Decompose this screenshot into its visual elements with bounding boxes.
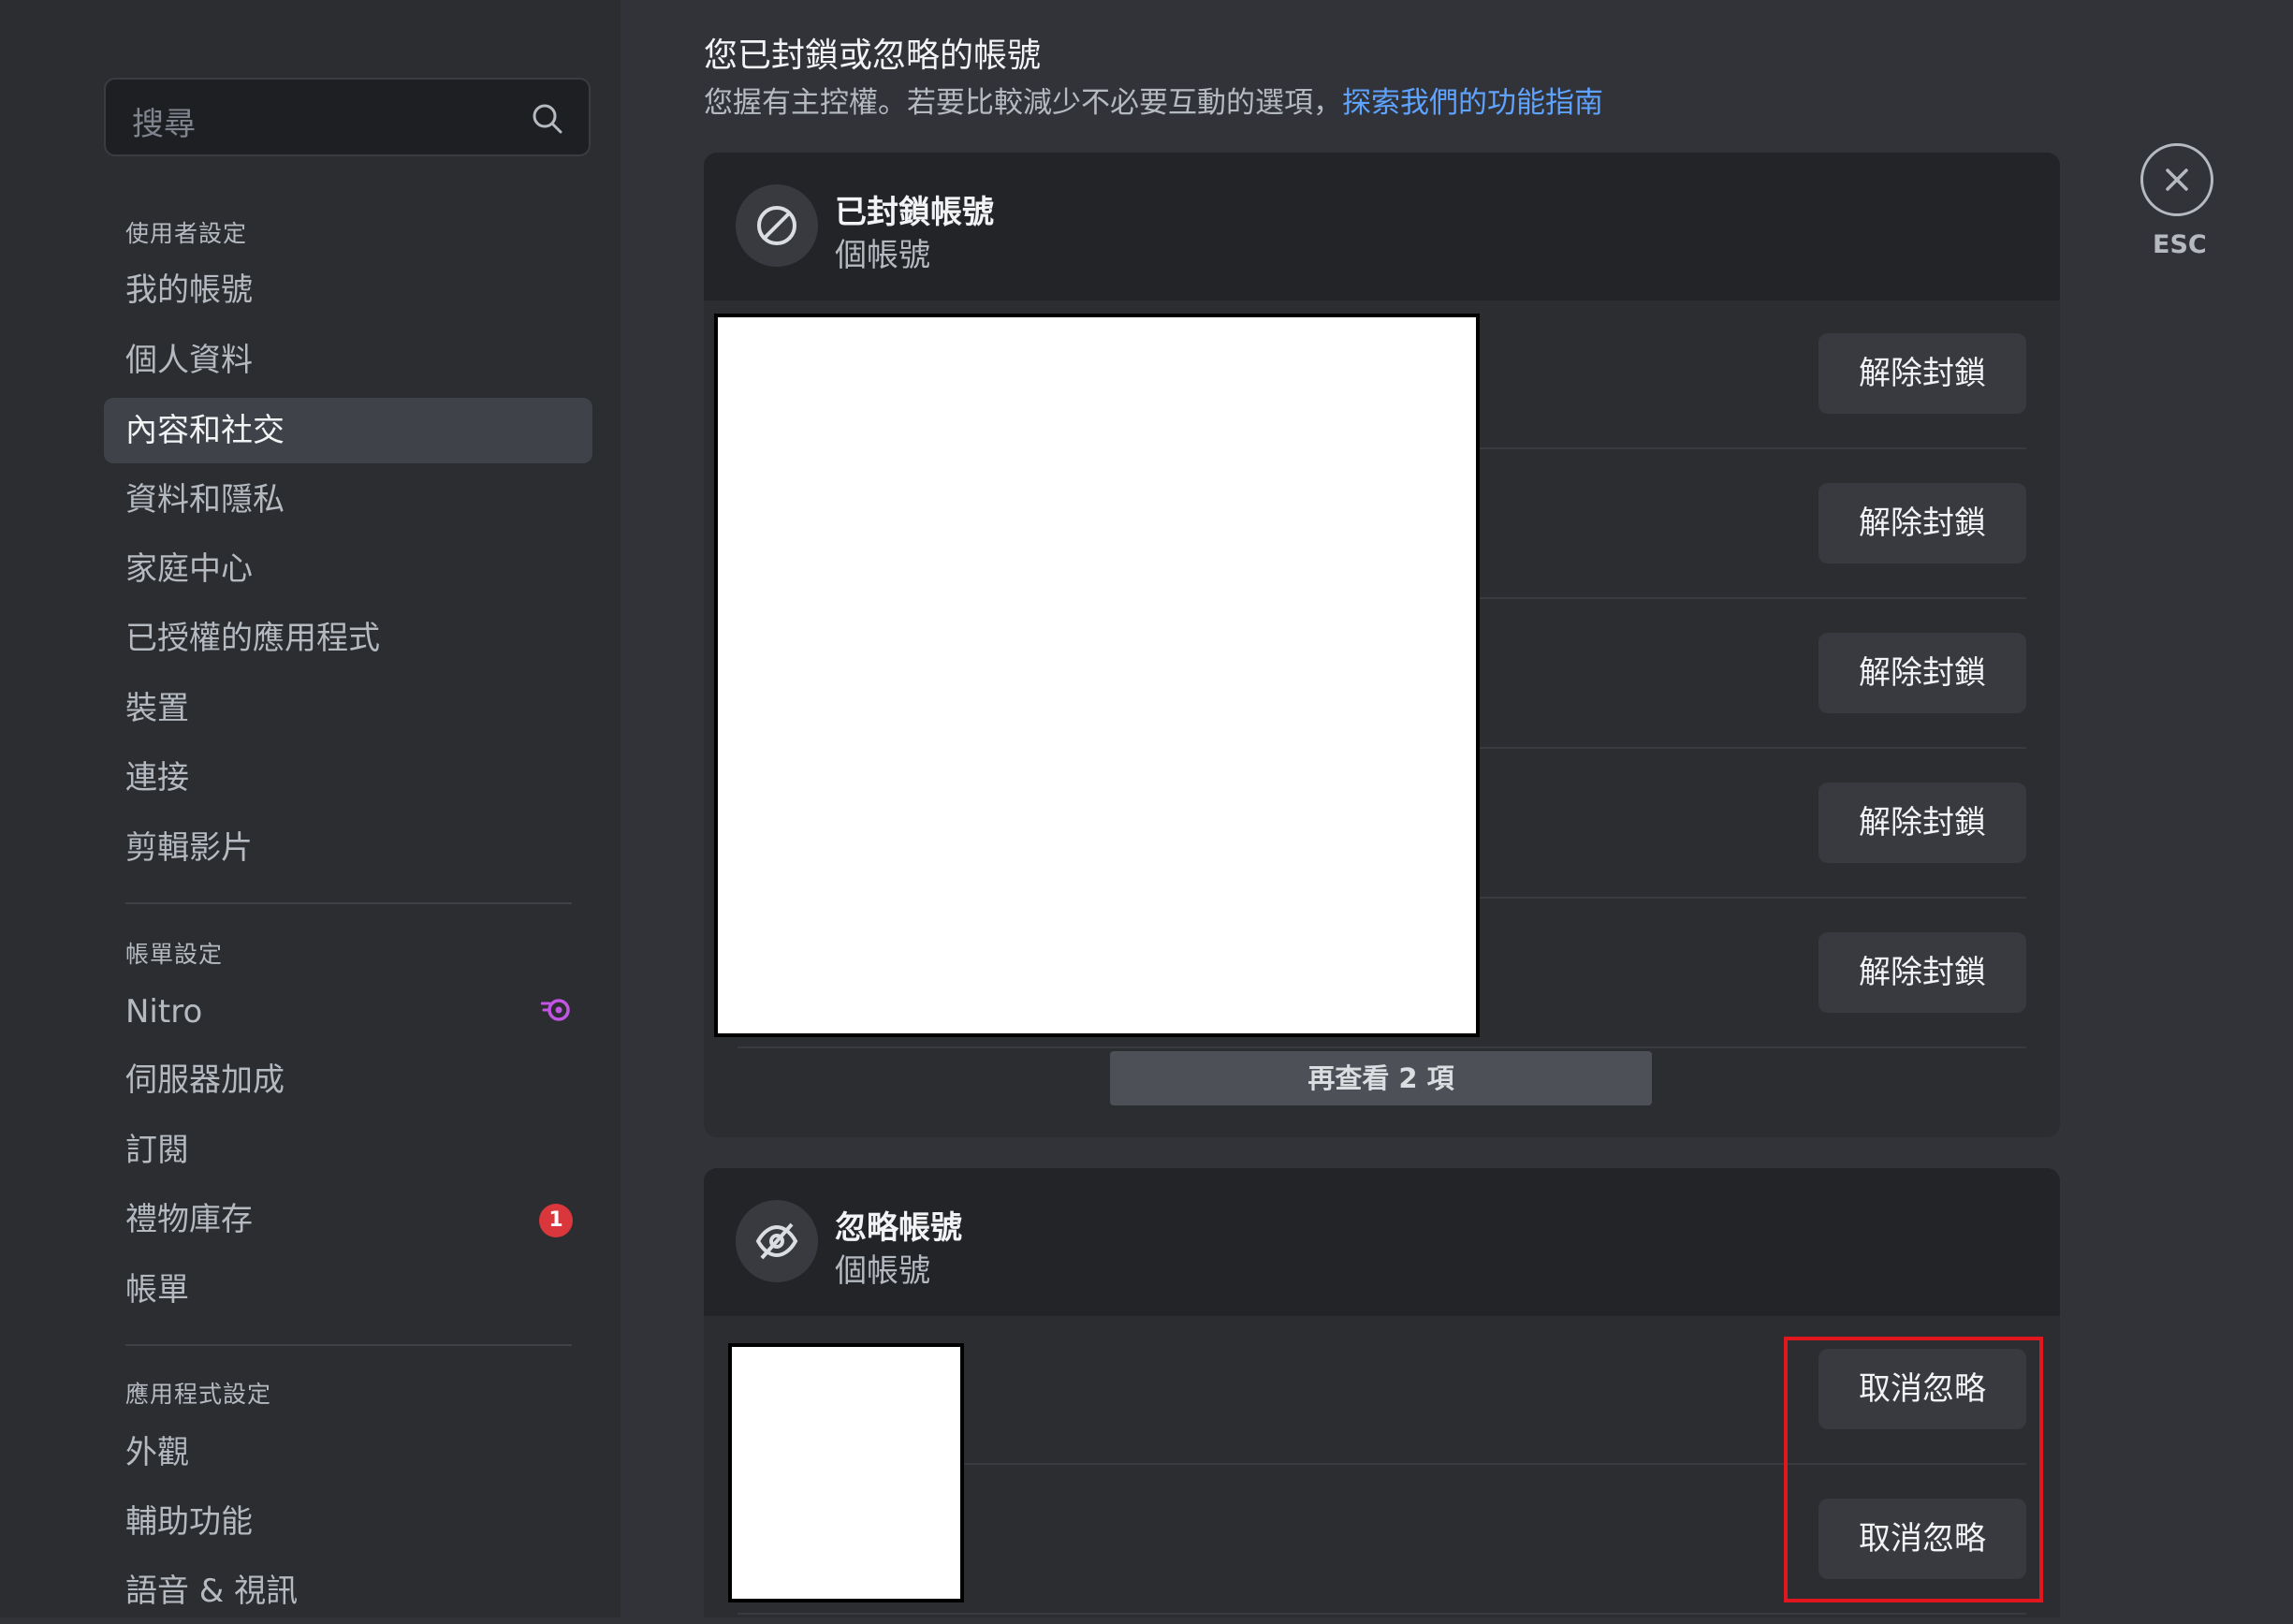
blocked-count: 個帳號 <box>835 237 930 274</box>
ignored-card-header: 忽略帳號 個帳號 <box>704 1168 2060 1316</box>
section-header-billing-settings: 帳單設定 <box>125 941 224 968</box>
section-header-app-settings: 應用程式設定 <box>125 1381 272 1408</box>
sidebar-item-profile[interactable]: 個人資料 <box>104 328 592 393</box>
redacted-user-list <box>714 314 1480 1037</box>
sidebar-item-data-privacy[interactable]: 資料和隱私 <box>104 467 592 533</box>
page-subtitle: 您握有主控權。若要比較減少不必要互動的選項，探索我們的功能指南 <box>704 79 1603 121</box>
unblock-button[interactable]: 解除封鎖 <box>1818 783 2026 863</box>
block-icon <box>757 206 796 245</box>
unblock-button[interactable]: 解除封鎖 <box>1818 483 2026 563</box>
sidebar-item-nitro[interactable]: Nitro <box>104 979 592 1045</box>
sidebar-divider <box>125 902 572 904</box>
eye-slash-icon <box>755 1222 798 1260</box>
section-header-user-settings: 使用者設定 <box>125 220 248 247</box>
sidebar-item-clips[interactable]: 剪輯影片 <box>104 815 592 881</box>
nitro-icon <box>541 999 570 1021</box>
sidebar-item-appearance[interactable]: 外觀 <box>104 1420 592 1485</box>
blocked-card-header: 已封鎖帳號 個帳號 <box>704 153 2060 300</box>
show-more-button[interactable]: 再查看 2 項 <box>1110 1051 1652 1105</box>
settings-sidebar: 搜尋 使用者設定 我的帳號 個人資料 內容和社交 資料和隱私 家庭中心 已授權的… <box>0 0 621 1617</box>
sidebar-item-gift-inventory[interactable]: 禮物庫存 <box>104 1187 592 1252</box>
blocked-accounts-card: 已封鎖帳號 個帳號 解除封鎖 解除封鎖 解除封鎖 解除封鎖 解除封鎖 再查看 2… <box>704 153 2060 1137</box>
sidebar-item-my-account[interactable]: 我的帳號 <box>104 257 592 323</box>
sidebar-item-content-social[interactable]: 內容和社交 <box>104 398 592 463</box>
sidebar-item-accessibility[interactable]: 輔助功能 <box>104 1489 592 1555</box>
search-placeholder: 搜尋 <box>132 106 196 143</box>
feature-guide-link[interactable]: 探索我們的功能指南 <box>1342 86 1603 120</box>
highlight-box <box>1784 1337 2043 1602</box>
blocked-card-title: 已封鎖帳號 <box>835 194 994 231</box>
row-divider <box>738 1613 2026 1615</box>
blocked-icon-wrap <box>736 184 818 267</box>
search-icon <box>533 104 562 134</box>
esc-label: ESC <box>2153 230 2207 259</box>
notification-badge: 1 <box>539 1204 573 1237</box>
ignored-card-title: 忽略帳號 <box>835 1209 962 1247</box>
sidebar-item-family-center[interactable]: 家庭中心 <box>104 536 592 602</box>
unblock-button[interactable]: 解除封鎖 <box>1818 633 2026 713</box>
sidebar-item-connections[interactable]: 連接 <box>104 745 592 811</box>
row-divider <box>738 1046 2026 1048</box>
subtitle-text: 您握有主控權。若要比較減少不必要互動的選項， <box>704 86 1342 120</box>
sidebar-divider <box>125 1344 572 1346</box>
close-button[interactable] <box>2140 143 2213 216</box>
sidebar-item-devices[interactable]: 裝置 <box>104 676 592 741</box>
unblock-button[interactable]: 解除封鎖 <box>1818 932 2026 1013</box>
search-input[interactable]: 搜尋 <box>104 78 591 156</box>
sidebar-item-authorized-apps[interactable]: 已授權的應用程式 <box>104 606 592 671</box>
sidebar-item-subscriptions[interactable]: 訂閱 <box>104 1118 592 1183</box>
sidebar-item-billing[interactable]: 帳單 <box>104 1257 592 1323</box>
ignored-count: 個帳號 <box>835 1252 930 1290</box>
page-title: 您已封鎖或忽略的帳號 <box>704 37 1042 75</box>
sidebar-item-server-boost[interactable]: 伺服器加成 <box>104 1047 592 1113</box>
ignored-icon-wrap <box>736 1200 818 1282</box>
sidebar-item-voice-video[interactable]: 語音 & 視訊 <box>104 1558 592 1624</box>
unblock-button[interactable]: 解除封鎖 <box>1818 333 2026 414</box>
close-icon <box>2166 168 2188 191</box>
redacted-user-list <box>728 1343 964 1602</box>
